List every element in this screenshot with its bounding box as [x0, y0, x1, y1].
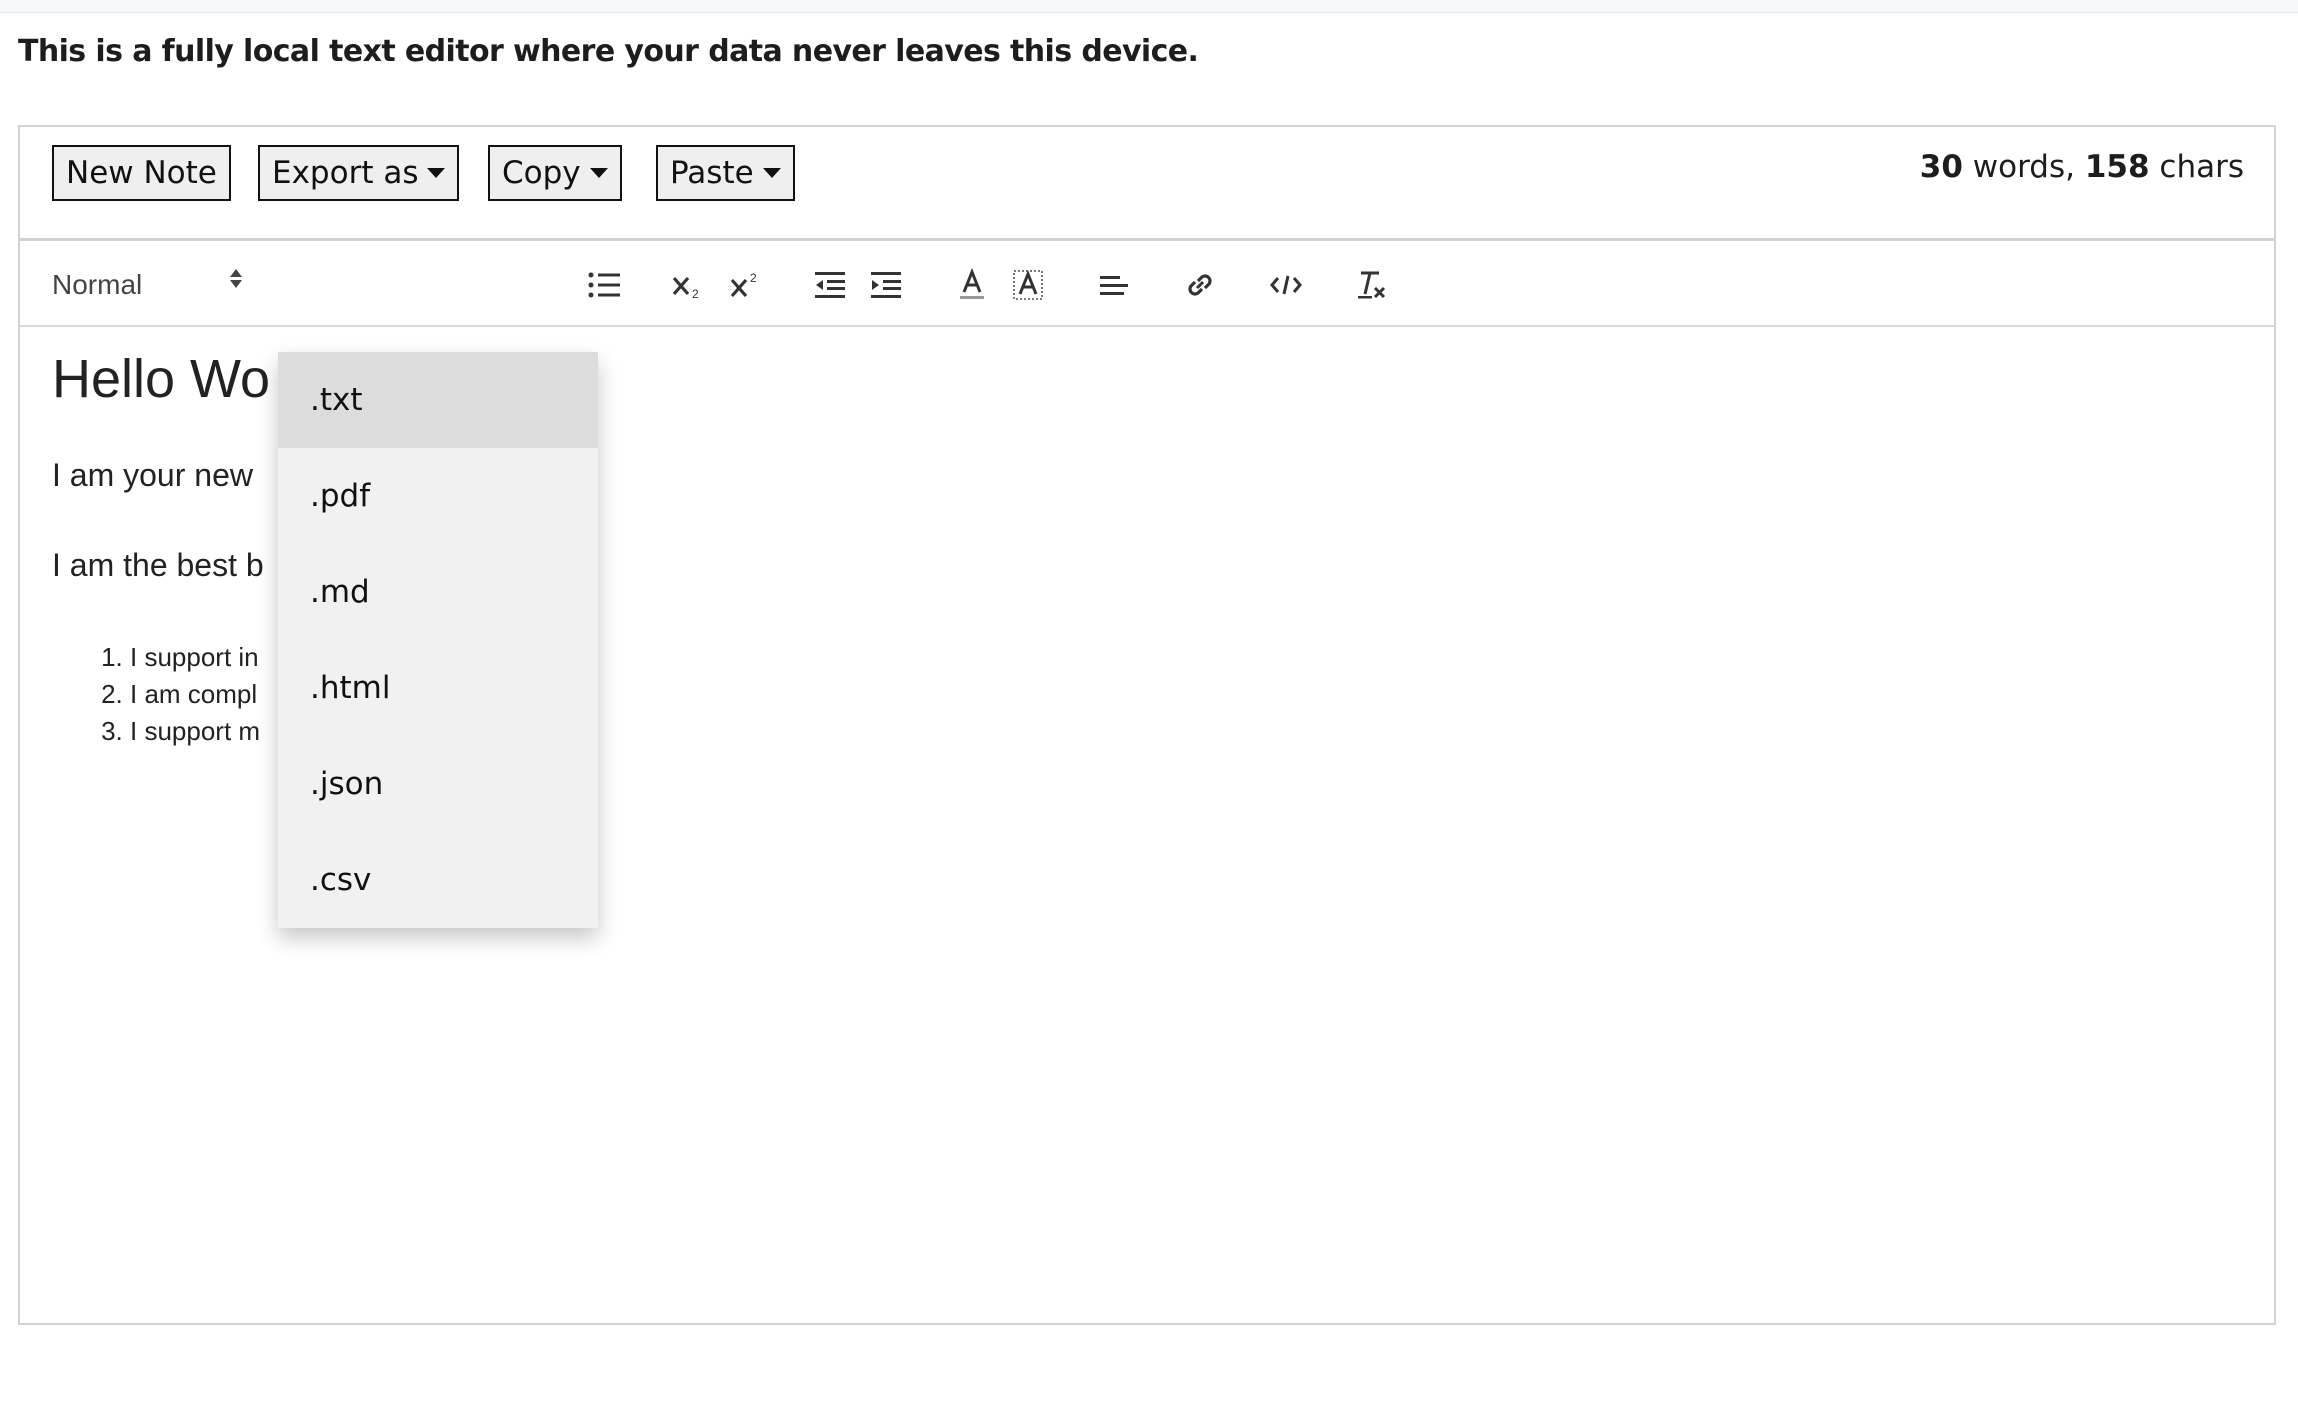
caret-down-icon [589, 168, 608, 178]
export-dropdown-menu: .txt .pdf .md .html .json .csv [278, 352, 598, 928]
select-arrows-icon [230, 269, 242, 288]
svg-text:2: 2 [692, 287, 699, 300]
format-toolbar: Normal 2 2 [20, 241, 2274, 327]
export-as-label: Export as [272, 155, 419, 191]
text-color-icon[interactable] [948, 261, 996, 309]
align-left-icon[interactable] [1090, 261, 1138, 309]
background-color-icon[interactable] [1004, 261, 1052, 309]
paste-button[interactable]: Paste [656, 145, 795, 201]
new-note-label: New Note [66, 155, 217, 191]
export-option-md[interactable]: .md [278, 544, 598, 640]
block-style-value: Normal [52, 269, 143, 300]
superscript-icon[interactable]: 2 [722, 261, 770, 309]
action-toolbar: New Note Export as Copy Paste 30 words, … [20, 127, 2274, 241]
link-icon[interactable] [1176, 261, 1224, 309]
indent-icon[interactable] [862, 261, 910, 309]
outdent-icon[interactable] [806, 261, 854, 309]
chars-label: chars [2149, 149, 2244, 185]
caret-down-icon [762, 168, 781, 178]
word-char-counter: 30 words, 158 chars [1920, 149, 2244, 185]
export-option-html[interactable]: .html [278, 640, 598, 736]
export-option-pdf[interactable]: .pdf [278, 448, 598, 544]
svg-text:2: 2 [750, 271, 757, 285]
words-label: words, [1962, 149, 2085, 185]
paste-label: Paste [670, 155, 754, 191]
code-icon[interactable] [1262, 261, 1310, 309]
new-note-button[interactable]: New Note [52, 145, 231, 201]
word-count: 30 [1919, 149, 1963, 185]
editor-frame: New Note Export as Copy Paste 30 words, … [18, 125, 2276, 1325]
copy-button[interactable]: Copy [488, 145, 622, 201]
copy-label: Copy [502, 155, 581, 191]
privacy-tagline: This is a fully local text editor where … [18, 34, 1199, 69]
export-as-button[interactable]: Export as [258, 145, 460, 201]
clear-format-icon[interactable] [1348, 261, 1396, 309]
export-option-txt[interactable]: .txt [278, 352, 598, 448]
bullet-list-icon[interactable] [580, 261, 628, 309]
export-option-json[interactable]: .json [278, 736, 598, 832]
subscript-icon[interactable]: 2 [664, 261, 712, 309]
caret-down-icon [427, 168, 446, 178]
top-bar [0, 0, 2298, 13]
block-style-select[interactable]: Normal [52, 265, 242, 305]
char-count: 158 [2084, 149, 2150, 185]
export-option-csv[interactable]: .csv [278, 832, 598, 928]
